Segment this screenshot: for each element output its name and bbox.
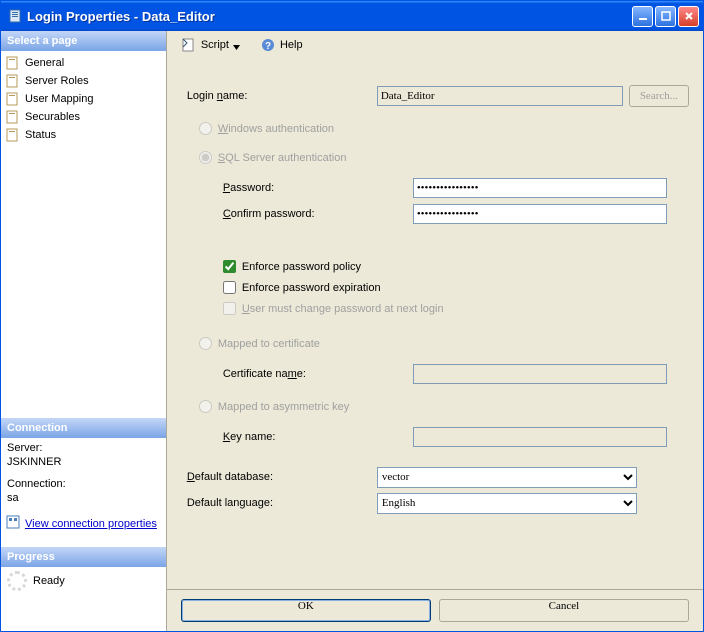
mapped-cert-radio <box>199 337 212 350</box>
enforce-policy-checkbox[interactable] <box>223 260 236 273</box>
server-value: JSKINNER <box>7 456 160 468</box>
connection-label: Connection: <box>7 478 160 490</box>
minimize-button[interactable] <box>632 6 653 27</box>
sql-auth-radio <box>199 151 212 164</box>
password-label: Password: <box>223 182 413 194</box>
view-connection-link[interactable]: View connection properties <box>25 518 157 530</box>
window-body: Select a page General Server Roles User … <box>1 31 703 631</box>
properties-icon <box>5 514 21 533</box>
progress-header: Progress <box>1 547 166 567</box>
progress-spinner-icon <box>7 571 27 591</box>
windows-auth-radio <box>199 122 212 135</box>
app-icon <box>7 8 23 24</box>
search-button: Search... <box>629 85 689 107</box>
default-lang-label: Default language: <box>187 497 377 509</box>
cancel-button[interactable]: Cancel <box>439 599 689 622</box>
confirm-password-label: Confirm password: <box>223 208 413 220</box>
enforce-expiry-label: Enforce password expiration <box>242 282 381 294</box>
nav-label: Securables <box>25 111 80 123</box>
page-icon <box>5 55 21 71</box>
sql-auth-label: SQL Server authentication <box>218 152 347 164</box>
must-change-label: User must change password at next login <box>242 303 444 315</box>
default-db-select[interactable]: vector <box>377 467 637 488</box>
login-name-row: Login name: Search... <box>187 85 689 107</box>
confirm-password-input[interactable] <box>413 204 667 224</box>
form-area: Login name: Search... Windows authentica… <box>167 59 703 589</box>
nav-general[interactable]: General <box>3 54 164 72</box>
connection-header: Connection <box>1 418 166 438</box>
cert-name-row: Certificate name: <box>187 363 689 385</box>
window-title: Login Properties - Data_Editor <box>27 9 632 24</box>
script-icon <box>181 37 197 53</box>
mapped-asym-label: Mapped to asymmetric key <box>218 401 349 413</box>
chevron-down-icon <box>233 42 240 49</box>
view-connection-row: View connection properties <box>1 510 166 537</box>
dialog-footer: OK Cancel <box>167 589 703 631</box>
mapped-cert-row: Mapped to certificate <box>199 334 689 353</box>
nav-server-roles[interactable]: Server Roles <box>3 72 164 90</box>
progress-status: Ready <box>33 575 65 587</box>
default-lang-select[interactable]: English <box>377 493 637 514</box>
default-db-row: Default database: vector <box>187 466 689 488</box>
nav-user-mapping[interactable]: User Mapping <box>3 90 164 108</box>
connection-value: sa <box>7 492 160 504</box>
nav-label: User Mapping <box>25 93 93 105</box>
password-input[interactable] <box>413 178 667 198</box>
nav-label: Server Roles <box>25 75 89 87</box>
enforce-policy-label: Enforce password policy <box>242 261 361 273</box>
enforce-expiry-row: Enforce password expiration <box>223 278 689 297</box>
mapped-asym-row: Mapped to asymmetric key <box>199 397 689 416</box>
default-lang-row: Default language: English <box>187 492 689 514</box>
page-icon <box>5 91 21 107</box>
cert-name-input <box>413 364 667 384</box>
nav-label: Status <box>25 129 56 141</box>
key-name-label: Key name: <box>223 431 413 443</box>
nav-label: General <box>25 57 64 69</box>
maximize-button[interactable] <box>655 6 676 27</box>
nav-status[interactable]: Status <box>3 126 164 144</box>
ok-button[interactable]: OK <box>181 599 431 622</box>
login-name-label: Login name: <box>187 90 377 102</box>
script-button[interactable]: Script <box>177 35 244 55</box>
svg-text:?: ? <box>265 41 271 52</box>
enforce-policy-row: Enforce password policy <box>223 257 689 276</box>
key-name-input <box>413 427 667 447</box>
must-change-row: User must change password at next login <box>223 299 689 318</box>
close-button[interactable] <box>678 6 699 27</box>
confirm-password-row: Confirm password: <box>187 203 689 225</box>
sidebar: Select a page General Server Roles User … <box>1 31 167 631</box>
server-label: Server: <box>7 442 160 454</box>
login-name-input[interactable] <box>377 86 623 106</box>
help-label: Help <box>280 39 303 51</box>
main-panel: Script ? Help Login name: Search... <box>167 31 703 631</box>
windows-auth-label: Windows authentication <box>218 123 334 135</box>
cert-name-label: Certificate name: <box>223 368 413 380</box>
connection-block: Server: JSKINNER Connection: sa <box>1 438 166 510</box>
mapped-cert-label: Mapped to certificate <box>218 338 320 350</box>
sql-auth-row: SQL Server authentication <box>199 148 689 167</box>
password-row: Password: <box>187 177 689 199</box>
title-bar[interactable]: Login Properties - Data_Editor <box>1 1 703 31</box>
page-nav-list: General Server Roles User Mapping Secura… <box>1 51 166 147</box>
page-icon <box>5 73 21 89</box>
page-icon <box>5 109 21 125</box>
window-buttons <box>632 6 699 27</box>
script-label: Script <box>201 39 229 51</box>
mapped-asym-radio <box>199 400 212 413</box>
help-icon: ? <box>260 37 276 53</box>
windows-auth-row: Windows authentication <box>199 119 689 138</box>
default-db-label: Default database: <box>187 471 377 483</box>
window-frame: Login Properties - Data_Editor Select a … <box>0 0 704 632</box>
page-icon <box>5 127 21 143</box>
help-button[interactable]: ? Help <box>256 35 307 55</box>
nav-securables[interactable]: Securables <box>3 108 164 126</box>
key-name-row: Key name: <box>187 426 689 448</box>
progress-block: Ready <box>1 567 166 595</box>
select-page-header: Select a page <box>1 31 166 51</box>
enforce-expiry-checkbox[interactable] <box>223 281 236 294</box>
must-change-checkbox <box>223 302 236 315</box>
toolbar: Script ? Help <box>167 31 703 59</box>
